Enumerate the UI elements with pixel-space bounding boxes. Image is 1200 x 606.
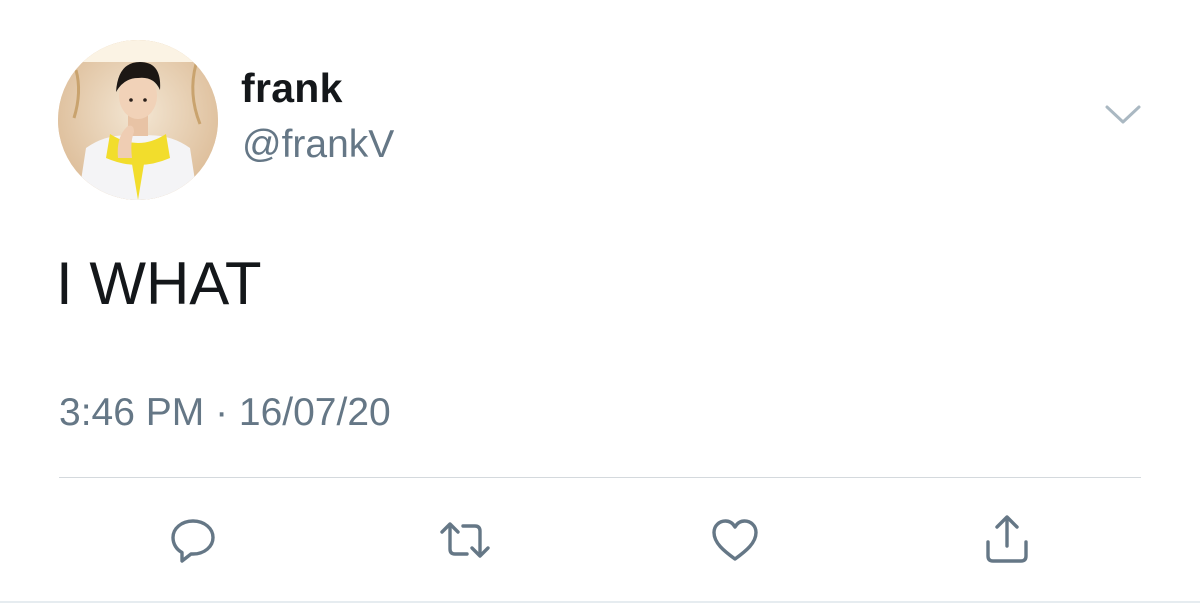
divider (59, 477, 1141, 478)
bottom-divider (0, 601, 1200, 603)
retweet-button[interactable] (430, 505, 500, 575)
reply-button[interactable] (158, 505, 228, 575)
like-button[interactable] (700, 505, 770, 575)
user-handle[interactable]: @frankV (242, 122, 394, 168)
chevron-down-icon[interactable] (1104, 102, 1142, 128)
share-icon (986, 515, 1028, 563)
heart-icon (712, 519, 758, 561)
tweet-detail: frank @frankV I WHAT 3:46 PM · 16/07/20 (0, 0, 1200, 606)
retweet-icon (440, 522, 490, 558)
share-button[interactable] (972, 505, 1042, 575)
reply-icon (171, 519, 215, 563)
tweet-timestamp[interactable]: 3:46 PM · 16/07/20 (59, 390, 391, 436)
display-name[interactable]: frank (241, 64, 343, 112)
avatar[interactable] (58, 40, 218, 200)
tweet-text: I WHAT (56, 250, 262, 317)
action-bar (0, 505, 1200, 575)
avatar-image (58, 40, 218, 200)
